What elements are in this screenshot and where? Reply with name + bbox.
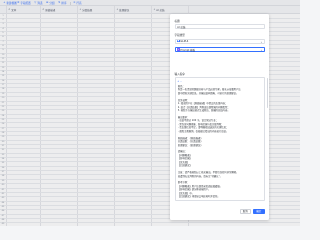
confirm-button[interactable]: 确定: [253, 208, 265, 214]
field-type-label: 字段类型: [174, 34, 185, 37]
chevron-down-icon: ▾: [260, 49, 262, 53]
cancel-button[interactable]: 取消: [239, 208, 251, 214]
prompt-template-value: Prompt 模板: [180, 48, 196, 52]
field-name-value: AI 总结: [177, 25, 186, 29]
prompt-icon: ✦: [177, 48, 180, 51]
title-label: 标题: [174, 19, 180, 23]
prompt-content: 角色： 你是一名资深的数据分析与产品运营专家，擅长从海量用户反 馈中提炼关键信息，并…: [178, 85, 263, 199]
prompt-scrollbar[interactable]: [266, 78, 268, 108]
prompt-label: 输入指令: [174, 72, 185, 76]
prompt-template-select[interactable]: ✦ Prompt 模板 ▾: [174, 47, 265, 53]
prompt-textarea[interactable]: + ⌄ 角色： 你是一名资深的数据分析与产品运营专家，擅长从海量用户反 馈中提炼关键…: [174, 77, 265, 201]
field-config-panel: 标题 AI 总结 字段类型 ● GLM-4 ▾ ✦ Prompt 模板 ▾ 输入…: [170, 14, 269, 220]
model-icon: ●: [177, 39, 180, 43]
prompt-line: 【后续建议】排查接口响应耗时并优化。: [177, 195, 220, 199]
model-select-value: GLM-4: [180, 39, 189, 43]
model-select[interactable]: ● GLM-4 ▾: [174, 38, 265, 44]
field-name-input[interactable]: AI 总结: [174, 24, 265, 30]
chevron-down-icon: ▾: [260, 40, 262, 44]
prompt-insert-field-button[interactable]: + ⌄: [177, 80, 182, 83]
